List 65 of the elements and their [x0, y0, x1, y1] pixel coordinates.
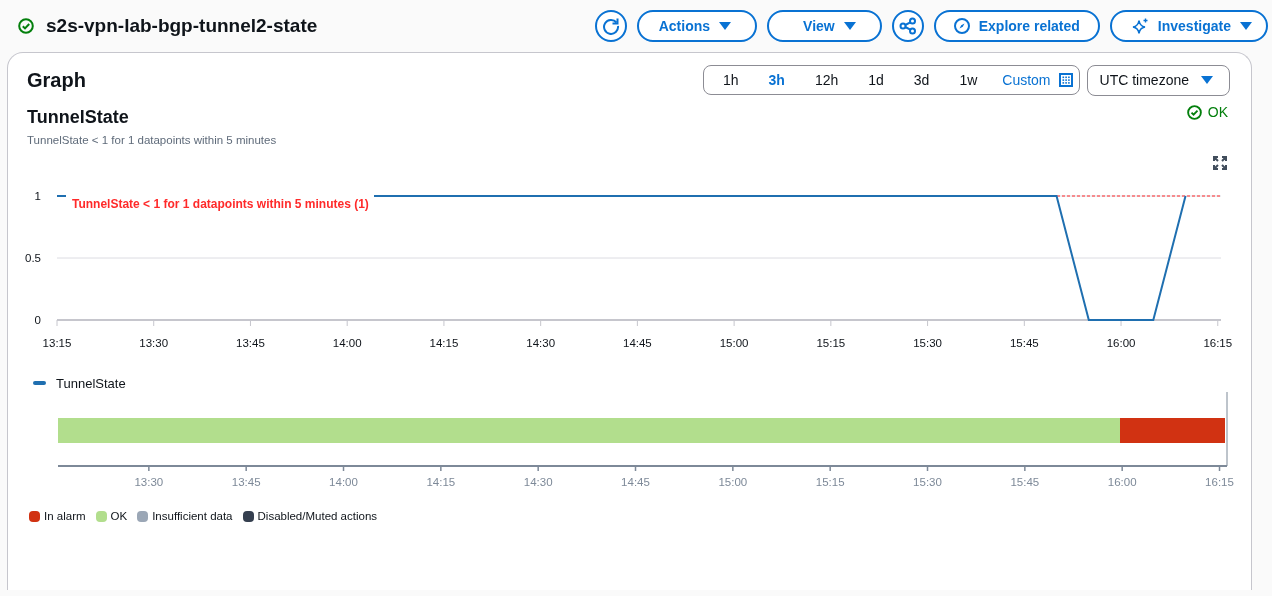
caret-icon — [719, 21, 732, 31]
axis-label: 14:00 — [329, 476, 358, 488]
time-range-option[interactable]: 3h — [753, 67, 800, 93]
legend-label: Insufficient data — [152, 510, 233, 522]
axis-label: 16:00 — [1107, 476, 1137, 488]
time-range-option[interactable]: 1w — [944, 67, 993, 93]
axis-label: 15:30 — [913, 337, 942, 349]
axis-label: 16:00 — [1106, 337, 1136, 349]
time-range-option[interactable]: 3d — [898, 67, 945, 93]
axis-label: 14:45 — [623, 337, 652, 349]
axis-label: 14:30 — [526, 337, 556, 349]
axis-label: 14:15 — [429, 337, 459, 349]
calendar-icon — [1058, 73, 1073, 87]
axis-label: 13:45 — [231, 476, 261, 488]
alarm-description: TunnelState < 1 for 1 datapoints within 5 minutes — [27, 134, 277, 146]
axis-label: 0 — [34, 314, 41, 326]
alarm-name: TunnelState — [27, 107, 130, 128]
axis-label: 1 — [34, 190, 41, 202]
axis-label: 13:30 — [134, 476, 164, 488]
investigate-button[interactable]: Investigate — [1109, 10, 1268, 42]
time-range-option[interactable]: 12h — [799, 67, 854, 93]
axis-label: 16:15 — [1203, 337, 1233, 349]
custom-range-button[interactable]: Custom — [992, 67, 1073, 93]
axis-label: 14:45 — [621, 476, 650, 488]
axis-label: 15:45 — [1009, 337, 1039, 349]
refresh-button[interactable] — [594, 10, 627, 42]
caret-icon — [1201, 75, 1213, 85]
panel-heading: Graph — [27, 68, 86, 92]
share-button[interactable] — [891, 10, 924, 42]
axis-label: 0.5 — [25, 252, 41, 264]
check-circle-icon — [18, 18, 34, 34]
dropdown-button[interactable]: Actions — [636, 10, 758, 42]
caret-icon — [843, 21, 856, 31]
dropdown-button[interactable]: View — [767, 10, 882, 42]
fullscreen-icon[interactable] — [1213, 156, 1227, 170]
axis-label: 14:00 — [332, 337, 362, 349]
timezone-dropdown[interactable]: UTC timezone — [1086, 64, 1230, 96]
axis-label: 15:00 — [719, 337, 749, 349]
page-title: s2s-vpn-lab-bgp-tunnel2-state — [46, 15, 318, 37]
legend-label: TunnelState — [56, 375, 126, 391]
axis-label: 14:15 — [426, 476, 456, 488]
axis-label: 13:45 — [236, 337, 265, 349]
legend-label: OK — [110, 510, 128, 522]
threshold-label: TunnelState < 1 for 1 datapoints within 5 minutes (1) — [72, 197, 369, 211]
axis-label: 16:15 — [1205, 476, 1234, 488]
explore-button[interactable]: Explore related — [933, 10, 1100, 42]
alarm-state: OK — [1207, 104, 1228, 120]
check-circle-icon — [1186, 104, 1202, 120]
share-icon — [898, 17, 917, 35]
time-range-option[interactable]: 1d — [853, 67, 899, 93]
axis-label: 15:15 — [815, 476, 845, 488]
axis-label: 15:45 — [1010, 476, 1040, 488]
axis-label: 15:15 — [816, 337, 846, 349]
time-range-option[interactable]: 1h — [707, 67, 754, 93]
axis-label: 14:30 — [523, 476, 553, 488]
caret-icon — [1240, 21, 1252, 31]
legend-label: In alarm — [44, 510, 86, 522]
axis-label: 15:00 — [718, 476, 748, 488]
compass-icon — [953, 18, 970, 34]
axis-label: 15:30 — [913, 476, 942, 488]
axis-label: 13:30 — [139, 337, 169, 349]
refresh-icon — [601, 17, 620, 35]
sparkle-icon — [1131, 17, 1149, 35]
legend-label: Disabled/Muted actions — [257, 510, 378, 522]
axis-label: 13:15 — [42, 337, 72, 349]
